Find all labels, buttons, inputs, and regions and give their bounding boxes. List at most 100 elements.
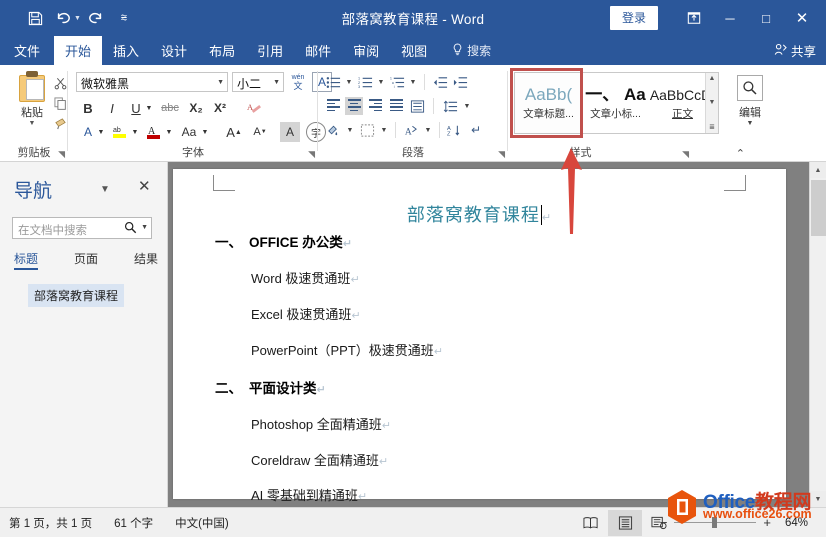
shading-icon[interactable] bbox=[324, 121, 342, 139]
paste-dropdown-icon[interactable]: ▼ bbox=[10, 120, 54, 127]
ribbon-display-options-icon[interactable] bbox=[676, 5, 712, 31]
increase-indent-icon[interactable] bbox=[451, 73, 469, 91]
multilevel-dropdown-icon[interactable]: ▼ bbox=[408, 73, 418, 91]
tab-insert[interactable]: 插入 bbox=[102, 36, 150, 65]
tab-mailings[interactable]: 邮件 bbox=[294, 36, 342, 65]
styles-gallery[interactable]: AaBb( 文章标题... 一、 Aa 文章小标... AaBbCcDı 正文 … bbox=[514, 72, 719, 134]
asian-layout-icon[interactable]: A bbox=[402, 121, 420, 139]
tab-layout[interactable]: 布局 bbox=[198, 36, 246, 65]
document-heading-1[interactable]: 一、 OFFICE 办公类↵ bbox=[215, 231, 352, 251]
status-language[interactable]: 中文(中国) bbox=[175, 515, 229, 531]
text-effects-dropdown-icon[interactable]: ▼ bbox=[96, 122, 106, 142]
character-shading-icon[interactable]: A bbox=[280, 122, 300, 142]
font-color-icon[interactable]: A bbox=[144, 122, 164, 142]
shrink-font-icon[interactable]: A ▼ bbox=[250, 122, 270, 142]
tell-me-search[interactable]: 搜索 bbox=[438, 36, 499, 65]
underline-dropdown-icon[interactable]: ▼ bbox=[144, 98, 154, 118]
change-case-dropdown-icon[interactable]: ▼ bbox=[200, 122, 210, 142]
tab-review[interactable]: 审阅 bbox=[342, 36, 390, 65]
chevron-down-icon[interactable]: ▼ bbox=[273, 79, 280, 86]
nav-tab-headings[interactable]: 标题 bbox=[14, 250, 39, 270]
numbering-icon[interactable]: 123 bbox=[356, 73, 374, 91]
tab-references[interactable]: 引用 bbox=[246, 36, 294, 65]
font-size-combobox[interactable]: 小二 ▼ bbox=[232, 72, 284, 92]
tab-file[interactable]: 文件 bbox=[0, 36, 54, 65]
scissors-icon[interactable] bbox=[52, 73, 68, 93]
italic-button[interactable]: I bbox=[102, 98, 122, 118]
tab-home[interactable]: 开始 bbox=[54, 36, 103, 65]
line-spacing-icon[interactable] bbox=[441, 97, 459, 115]
collapse-ribbon-icon[interactable]: ⌃ bbox=[736, 147, 745, 160]
underline-button[interactable]: U bbox=[126, 98, 146, 118]
navigation-search-dropdown-icon[interactable]: ▼ bbox=[141, 224, 148, 231]
borders-icon[interactable] bbox=[358, 121, 376, 139]
text-effects-icon[interactable]: A bbox=[78, 122, 98, 142]
format-painter-icon[interactable] bbox=[52, 113, 68, 133]
style-item-title[interactable]: AaBb( 文章标题... bbox=[514, 72, 583, 134]
nav-tab-pages[interactable]: 页面 bbox=[74, 250, 98, 270]
print-layout-icon[interactable] bbox=[608, 509, 642, 536]
tab-design[interactable]: 设计 bbox=[150, 36, 198, 65]
chevron-down-icon[interactable]: ▼ bbox=[217, 79, 224, 86]
document-body-line[interactable]: Coreldraw 全面精通班↵ bbox=[251, 450, 388, 469]
change-case-icon[interactable]: Aa bbox=[178, 122, 200, 142]
highlight-dropdown-icon[interactable]: ▼ bbox=[130, 122, 140, 142]
document-body-line[interactable]: AI 零基础到精通班↵ bbox=[251, 485, 367, 504]
copy-icon[interactable] bbox=[52, 93, 68, 113]
borders-dropdown-icon[interactable]: ▼ bbox=[379, 121, 389, 139]
vertical-scrollbar[interactable]: ▲ ▼ bbox=[809, 162, 826, 507]
font-dialog-launcher-icon[interactable]: ◥ bbox=[308, 149, 315, 160]
document-heading-2[interactable]: 二、 平面设计类↵ bbox=[215, 377, 326, 397]
bullets-dropdown-icon[interactable]: ▼ bbox=[344, 73, 354, 91]
document-body-line[interactable]: Excel 极速贯通班↵ bbox=[251, 304, 361, 323]
read-mode-icon[interactable] bbox=[574, 510, 608, 536]
align-left-icon[interactable] bbox=[324, 97, 342, 115]
clipboard-dialog-launcher-icon[interactable]: ◥ bbox=[58, 149, 65, 160]
document-body-line[interactable]: PowerPoint（PPT）极速贯通班↵ bbox=[251, 340, 443, 359]
align-center-icon[interactable] bbox=[345, 97, 363, 115]
gallery-more-icon[interactable]: ≣ bbox=[709, 123, 715, 131]
navigation-pane-menu-icon[interactable]: ▼ bbox=[100, 184, 110, 195]
line-spacing-dropdown-icon[interactable]: ▼ bbox=[462, 97, 472, 115]
font-color-dropdown-icon[interactable]: ▼ bbox=[164, 122, 174, 142]
document-page[interactable]: 部落窝教育课程 ↵ 一、 OFFICE 办公类↵ Word 极速贯通班↵ Excel… bbox=[173, 169, 786, 503]
gallery-scroll-down-icon[interactable]: ▼ bbox=[709, 99, 716, 106]
navigation-search-input[interactable]: 在文档中搜索 ▼ bbox=[12, 217, 152, 239]
strikethrough-button[interactable]: abc bbox=[158, 98, 182, 118]
scroll-up-icon[interactable]: ▲ bbox=[810, 162, 826, 178]
decrease-indent-icon[interactable] bbox=[431, 73, 449, 91]
multilevel-list-icon[interactable]: 1ai bbox=[388, 73, 406, 91]
document-title-paragraph[interactable]: 部落窝教育课程 ↵ bbox=[173, 201, 786, 227]
status-word-count[interactable]: 61 个字 bbox=[114, 515, 153, 531]
search-icon[interactable] bbox=[124, 221, 137, 237]
show-formatting-marks-icon[interactable]: ↵ bbox=[467, 121, 485, 139]
styles-dialog-launcher-icon[interactable]: ◥ bbox=[682, 149, 689, 160]
shading-dropdown-icon[interactable]: ▼ bbox=[345, 121, 355, 139]
bold-button[interactable]: B bbox=[78, 98, 98, 118]
gallery-scroll-up-icon[interactable]: ▲ bbox=[709, 75, 716, 82]
search-icon[interactable] bbox=[737, 75, 763, 101]
vertical-scroll-thumb[interactable] bbox=[811, 180, 826, 236]
sort-icon[interactable]: AZ bbox=[446, 121, 464, 139]
nav-tab-results[interactable]: 结果 bbox=[134, 250, 158, 270]
styles-gallery-scrollbar[interactable]: ▲ ▼ ≣ bbox=[705, 73, 718, 133]
numbering-dropdown-icon[interactable]: ▼ bbox=[376, 73, 386, 91]
highlight-color-icon[interactable]: ab bbox=[110, 122, 130, 142]
document-body-line[interactable]: Word 极速贯通班↵ bbox=[251, 268, 360, 287]
share-button[interactable]: 共享 bbox=[774, 36, 816, 65]
minimize-button[interactable]: ─ bbox=[712, 5, 748, 31]
status-page-count[interactable]: 第 1 页，共 1 页 bbox=[9, 515, 92, 531]
grow-font-icon[interactable]: A ▲ bbox=[224, 122, 244, 142]
phonetic-guide-icon[interactable]: wén 文 bbox=[288, 72, 308, 92]
distribute-icon[interactable] bbox=[408, 97, 426, 115]
tab-view[interactable]: 视图 bbox=[390, 36, 438, 65]
subscript-button[interactable]: X₂ bbox=[186, 98, 206, 118]
style-item-subtitle[interactable]: 一、 Aa 文章小标... bbox=[582, 73, 649, 133]
superscript-button[interactable]: X² bbox=[210, 98, 230, 118]
navigation-heading-item[interactable]: 部落窝教育课程 bbox=[28, 284, 125, 307]
navigation-pane-close-icon[interactable]: ✕ bbox=[138, 177, 151, 195]
justify-icon[interactable] bbox=[387, 97, 405, 115]
maximize-button[interactable]: □ bbox=[748, 5, 784, 31]
clear-formatting-icon[interactable]: A bbox=[244, 98, 264, 118]
document-body-line[interactable]: Photoshop 全面精通班↵ bbox=[251, 414, 391, 433]
